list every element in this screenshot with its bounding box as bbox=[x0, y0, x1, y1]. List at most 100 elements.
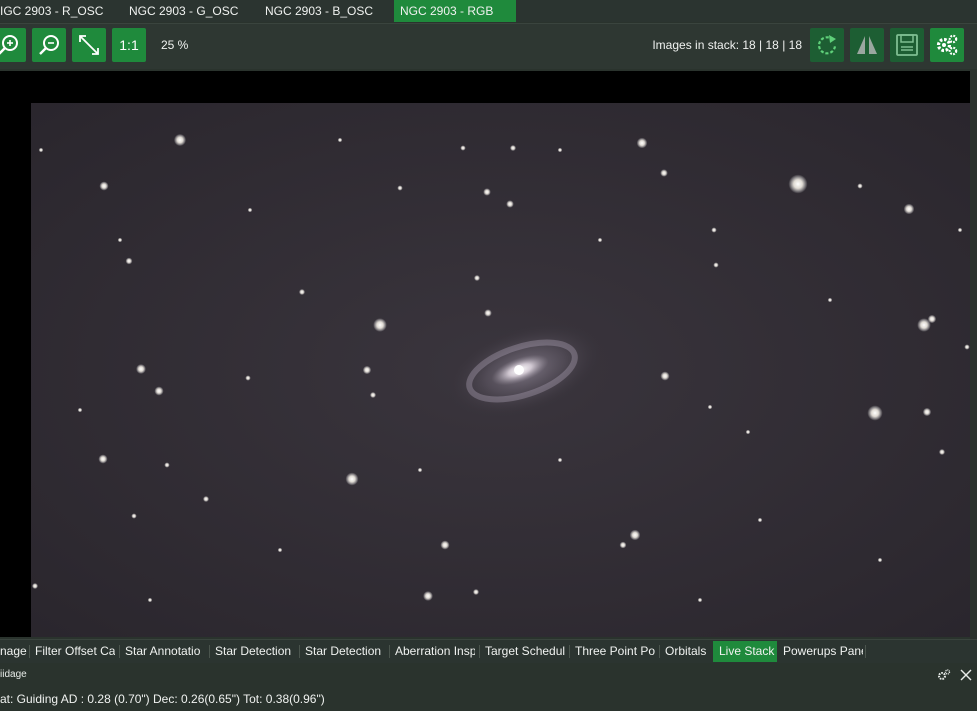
star bbox=[509, 144, 517, 152]
star bbox=[484, 309, 492, 317]
tab-star-detection-1[interactable]: Star Detection bbox=[215, 641, 297, 662]
star bbox=[164, 462, 170, 468]
star bbox=[927, 314, 937, 324]
star bbox=[557, 457, 563, 463]
tab-label: Orbitals bbox=[665, 644, 707, 658]
star bbox=[173, 133, 187, 147]
close-icon[interactable] bbox=[958, 667, 974, 683]
star bbox=[345, 472, 359, 486]
star bbox=[337, 137, 343, 143]
tab-filter-offset[interactable]: Filter Offset Ca bbox=[35, 641, 115, 662]
star bbox=[245, 375, 251, 381]
star bbox=[660, 169, 668, 177]
star bbox=[369, 391, 377, 399]
star bbox=[957, 227, 963, 233]
star bbox=[373, 318, 387, 332]
tab-separator bbox=[389, 645, 390, 658]
tab-aberration-inspector[interactable]: Aberration Insp bbox=[395, 641, 475, 662]
panel-title: iidage bbox=[0, 669, 27, 680]
refresh-icon bbox=[817, 35, 837, 55]
zoom-in-button[interactable] bbox=[0, 28, 26, 62]
flip-button[interactable] bbox=[850, 28, 884, 62]
star bbox=[98, 454, 108, 464]
tab-label: Live Stack bbox=[719, 644, 775, 658]
star bbox=[745, 429, 751, 435]
star bbox=[99, 181, 109, 191]
zoom-out-icon bbox=[39, 35, 59, 55]
star bbox=[922, 407, 932, 417]
star bbox=[506, 200, 514, 208]
star bbox=[202, 495, 210, 503]
fit-to-window-button[interactable] bbox=[72, 28, 106, 62]
tab-label: NGC 2903 - RGB bbox=[400, 4, 494, 18]
star bbox=[472, 588, 480, 596]
star bbox=[629, 529, 641, 541]
tab-separator bbox=[299, 645, 300, 658]
stack-count: Images in stack: 18 | 18 | 18 bbox=[652, 38, 802, 52]
star bbox=[440, 540, 450, 550]
viewer-scrollbar[interactable] bbox=[970, 71, 977, 637]
star bbox=[857, 183, 863, 189]
star bbox=[125, 257, 133, 265]
tab-b-osc[interactable]: NGC 2903 - B_OSC bbox=[256, 0, 386, 22]
tab-separator bbox=[209, 645, 210, 658]
star bbox=[460, 145, 466, 151]
star bbox=[31, 582, 39, 590]
astro-image[interactable] bbox=[0, 71, 970, 637]
star bbox=[660, 371, 670, 381]
star bbox=[473, 274, 481, 282]
star bbox=[277, 547, 283, 553]
tab-label: Filter Offset Ca bbox=[35, 644, 115, 658]
star bbox=[707, 404, 713, 410]
image-viewer[interactable] bbox=[0, 71, 970, 637]
tab-three-point-polar[interactable]: Three Point Po bbox=[575, 641, 655, 662]
star bbox=[483, 188, 491, 196]
tab-label: Target Schedul bbox=[485, 644, 565, 658]
tab-image[interactable]: nage bbox=[0, 641, 28, 662]
fit-to-window-icon bbox=[79, 35, 99, 55]
star bbox=[697, 597, 703, 603]
tab-label: NGC 2903 - B_OSC bbox=[265, 4, 374, 18]
tab-separator bbox=[659, 645, 660, 658]
tab-label: Star Annotatio bbox=[125, 644, 201, 658]
settings-button[interactable] bbox=[930, 28, 964, 62]
tab-label: Powerups Pane bbox=[783, 644, 863, 658]
tab-separator bbox=[29, 645, 30, 658]
image-toolbar: 1:1 25 % Images in stack: 18 | 18 | 18 bbox=[0, 23, 977, 69]
tab-orbitals[interactable]: Orbitals bbox=[665, 641, 711, 662]
star bbox=[154, 386, 164, 396]
tab-star-detection-2[interactable]: Star Detection bbox=[305, 641, 387, 662]
settings-icon bbox=[936, 34, 958, 56]
star bbox=[147, 597, 153, 603]
tab-g-osc[interactable]: NGC 2903 - G_OSC bbox=[120, 0, 250, 22]
star bbox=[938, 448, 946, 456]
panel-settings-icon[interactable] bbox=[937, 668, 951, 682]
star bbox=[417, 467, 423, 473]
star bbox=[298, 288, 306, 296]
tab-star-annotation[interactable]: Star Annotatio bbox=[125, 641, 205, 662]
star bbox=[77, 407, 83, 413]
tab-rgb[interactable]: NGC 2903 - RGB bbox=[394, 0, 516, 22]
tab-label: NGC 2903 - G_OSC bbox=[129, 4, 239, 18]
tab-label: IGC 2903 - R_OSC bbox=[0, 4, 104, 18]
tab-live-stack[interactable]: Live Stack bbox=[713, 641, 777, 662]
tab-target-scheduler[interactable]: Target Schedul bbox=[485, 641, 565, 662]
star bbox=[711, 227, 717, 233]
star bbox=[362, 365, 372, 375]
star bbox=[757, 517, 763, 523]
star bbox=[964, 344, 970, 350]
tab-label: Aberration Insp bbox=[395, 644, 475, 658]
zoom-out-button[interactable] bbox=[32, 28, 66, 62]
tab-label: Star Detection bbox=[305, 644, 382, 658]
actual-size-button[interactable]: 1:1 bbox=[112, 28, 146, 62]
save-button[interactable] bbox=[890, 28, 924, 62]
tab-label: Star Detection bbox=[215, 644, 292, 658]
tab-powerups-panel[interactable]: Powerups Pane bbox=[783, 641, 863, 662]
tab-separator bbox=[479, 645, 480, 658]
image-tabs: IGC 2903 - R_OSC NGC 2903 - G_OSC NGC 29… bbox=[0, 0, 977, 22]
flip-icon bbox=[857, 36, 877, 54]
tab-r-osc[interactable]: IGC 2903 - R_OSC bbox=[0, 0, 115, 22]
star bbox=[867, 405, 883, 421]
refresh-button[interactable] bbox=[810, 28, 844, 62]
tab-label: Three Point Po bbox=[575, 644, 655, 658]
